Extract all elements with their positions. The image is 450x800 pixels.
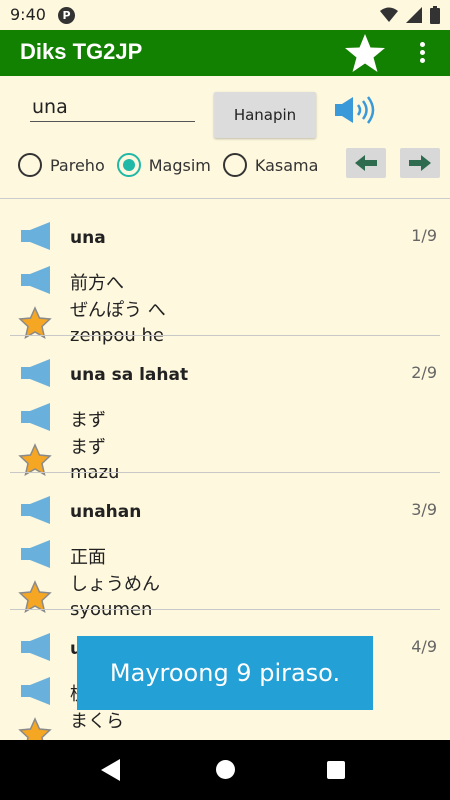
p-badge-icon: P — [58, 7, 75, 24]
radio-button[interactable] — [18, 153, 42, 177]
result-count: 2/9 — [411, 363, 437, 382]
status-icons — [380, 6, 440, 24]
previous-button[interactable] — [346, 148, 386, 178]
result-kana: まず — [70, 437, 106, 458]
speaker-icon[interactable] — [20, 539, 52, 569]
mode-pareho[interactable]: Pareho — [18, 153, 105, 177]
speaker-icon[interactable] — [20, 358, 52, 388]
result-kanji: まず — [70, 410, 106, 431]
speaker-icon[interactable] — [20, 402, 52, 432]
back-icon[interactable] — [101, 759, 121, 781]
home-icon[interactable] — [216, 760, 235, 779]
mode-label: Magsim — [148, 155, 211, 175]
next-button[interactable] — [400, 148, 440, 178]
arrow-right-icon — [409, 155, 431, 171]
mode-label: Pareho — [50, 155, 105, 175]
result-kanji: 正面 — [70, 547, 106, 568]
result-term: una sa lahat — [70, 365, 189, 385]
arrow-left-icon — [355, 155, 377, 171]
status-bar: 9:40 P — [0, 0, 450, 30]
app-title: Diks TG2JP — [20, 39, 143, 64]
result-count: 1/9 — [411, 226, 437, 245]
overflow-menu-icon[interactable] — [412, 40, 432, 66]
result-kana: まくら — [70, 711, 124, 732]
status-time: 9:40 — [10, 5, 46, 24]
app-bar: Diks TG2JP — [0, 30, 450, 76]
list-item: una sa lahat 2/9 まず まず mazu — [0, 336, 450, 483]
speaker-icon[interactable] — [20, 676, 52, 706]
result-kana: ぜんぽう へ — [70, 300, 166, 321]
result-count: 4/9 — [411, 637, 437, 656]
radio-button[interactable] — [222, 153, 247, 177]
toast-message: Mayroong 9 piraso. — [77, 636, 373, 710]
list-item: unahan 3/9 正面 しょうめん syoumen — [0, 473, 450, 620]
speaker-icon[interactable] — [20, 221, 52, 251]
signal-icon — [406, 7, 422, 23]
result-kana: しょうめん — [70, 574, 160, 595]
speaker-icon[interactable] — [20, 265, 52, 295]
search-input[interactable] — [30, 92, 195, 122]
result-term: unahan — [70, 502, 142, 522]
list-item: una 1/9 前方へ ぜんぽう へ zenpou he — [0, 199, 450, 346]
mode-magsim[interactable]: Magsim — [116, 153, 211, 177]
battery-icon — [430, 6, 440, 24]
result-kanji: 前方へ — [70, 273, 124, 294]
recents-icon[interactable] — [327, 761, 345, 779]
result-term: una — [70, 228, 106, 248]
speaker-icon[interactable] — [20, 495, 52, 525]
mode-label: Kasama — [254, 155, 319, 175]
speaker-icon[interactable] — [20, 632, 52, 662]
favorites-star-icon[interactable] — [343, 32, 387, 74]
search-button[interactable]: Hanapin — [214, 92, 316, 138]
mode-kasama[interactable]: Kasama — [222, 153, 319, 177]
match-mode-group: Pareho Magsim Kasama — [18, 152, 330, 178]
system-nav-bar — [0, 740, 450, 800]
result-count: 3/9 — [411, 500, 437, 519]
wifi-icon — [380, 7, 398, 22]
radio-button-checked[interactable] — [116, 153, 141, 177]
speaker-icon[interactable] — [333, 95, 379, 125]
